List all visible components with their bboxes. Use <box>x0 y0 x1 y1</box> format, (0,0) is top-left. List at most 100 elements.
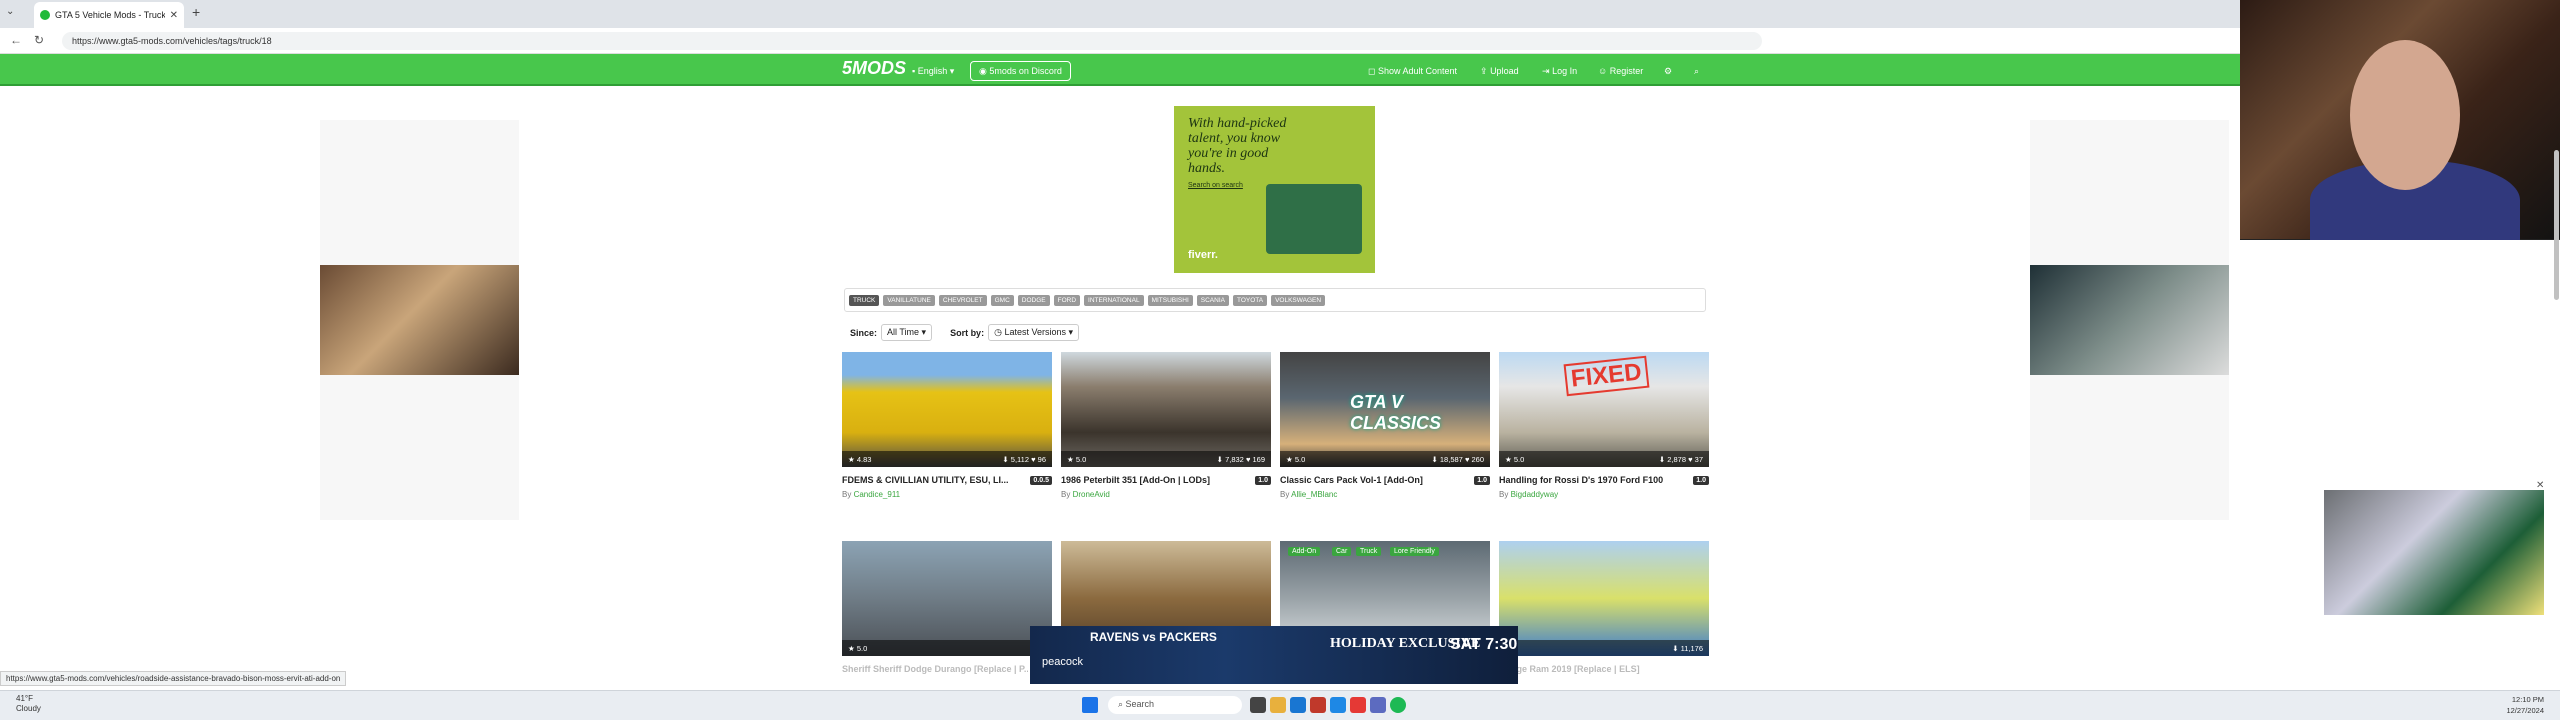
download-icon: ⬇ <box>1672 643 1679 653</box>
star-icon: ★ <box>1505 454 1512 464</box>
settings-icon[interactable]: ⚙ <box>1664 66 1672 77</box>
user-plus-icon: ☺ <box>1598 66 1608 76</box>
upload-button[interactable]: ⇪ Upload <box>1480 66 1519 77</box>
category-chip: Car <box>1332 547 1352 556</box>
mod-author[interactable]: DroneAvid <box>1073 490 1110 499</box>
tag-chip[interactable]: VOLKSWAGEN <box>1271 294 1326 306</box>
mod-title[interactable]: FDEMS & CIVILLIAN UTILITY, ESU, LI... <box>842 475 1009 485</box>
language-select[interactable]: ▪ English ▾ <box>912 66 954 77</box>
tag-chip[interactable]: TOYOTA <box>1232 294 1268 306</box>
site-logo[interactable]: 5MODS <box>842 58 906 79</box>
mod-title[interactable]: Handling for Rossi D's 1970 Ford F100 <box>1499 475 1663 485</box>
chrome-icon[interactable] <box>1350 697 1366 713</box>
mod-version: 1.0 <box>1255 475 1271 485</box>
mod-author[interactable]: Bigdaddyway <box>1511 490 1559 499</box>
language-label: English <box>917 66 948 76</box>
tag-chip[interactable]: INTERNATIONAL <box>1084 294 1144 306</box>
site-favicon-icon <box>40 10 50 20</box>
right-video-ad[interactable] <box>2030 265 2229 375</box>
windows-start-icon[interactable] <box>1082 697 1098 713</box>
left-video-ad[interactable] <box>320 265 519 375</box>
reload-icon[interactable]: ↻ <box>34 33 44 47</box>
mod-title[interactable]: Dodge Ram 2019 [Replace | ELS] <box>1499 664 1640 674</box>
mod-thumbnail[interactable]: FIXED ★ 5.0 ⬇ 2,878 ♥ 37 <box>1499 352 1709 467</box>
mod-author[interactable]: Allie_MBlanc <box>1291 490 1337 499</box>
discord-taskbar-icon[interactable] <box>1370 697 1386 713</box>
mod-title[interactable]: Classic Cars Pack Vol-1 [Add-On] <box>1280 475 1423 485</box>
mod-card[interactable]: ⬇ 11,176 Dodge Ram 2019 [Replace | ELS] <box>1499 541 1709 674</box>
site-header <box>0 54 2240 86</box>
mod-card[interactable]: ★ 4.83 ⬇ 5,112 ♥ 96 FDEMS & CIVILLIAN UT… <box>842 352 1052 499</box>
taskbar-search[interactable]: ⌕ Search <box>1108 696 1242 714</box>
clock-icon: ◷ <box>994 327 1002 337</box>
sort-value: Latest Versions <box>1004 327 1066 337</box>
new-tab-icon[interactable]: + <box>192 4 200 20</box>
tag-chip[interactable]: GMC <box>990 294 1014 306</box>
mod-thumbnail[interactable]: ★ 4.83 ⬇ 5,112 ♥ 96 <box>842 352 1052 467</box>
back-icon[interactable]: ← <box>10 33 22 47</box>
file-explorer-icon[interactable] <box>1270 697 1286 713</box>
mod-card[interactable]: ★ 5.0 ⬇ 7,832 ♥ 169 1986 Peterbilt 351 [… <box>1061 352 1271 499</box>
mod-author-line: By Bigdaddyway <box>1499 490 1559 499</box>
tag-chip[interactable]: VANILLATUNE <box>883 294 935 306</box>
mod-title[interactable]: 1986 Peterbilt 351 [Add-On | LODs] <box>1061 475 1210 485</box>
register-label: Register <box>1609 66 1644 76</box>
peacock-ad[interactable]: RAVENS vs PACKERS peacock HOLIDAY EXCLUS… <box>1030 626 1518 684</box>
since-select[interactable]: All Time ▾ <box>881 324 933 341</box>
mod-likes: 169 <box>1252 454 1265 464</box>
mod-stats: ⬇ 11,176 <box>1499 640 1709 656</box>
mod-card[interactable]: GTA V CLASSICS ★ 5.0 ⬇ 18,587 ♥ 260 Clas… <box>1280 352 1490 499</box>
edge-icon[interactable] <box>1290 697 1306 713</box>
system-clock[interactable]: 12:10 PM 12/27/2024 <box>2464 694 2544 716</box>
mod-author[interactable]: Candice_911 <box>854 490 901 499</box>
mod-downloads: 2,878 <box>1667 454 1687 464</box>
mod-likes: 37 <box>1694 454 1703 464</box>
spotify-icon[interactable] <box>1390 697 1406 713</box>
upload-label: Upload <box>1490 66 1519 76</box>
mod-thumbnail[interactable]: GTA V CLASSICS ★ 5.0 ⬇ 18,587 ♥ 260 <box>1280 352 1490 467</box>
ad-brand: fiverr. <box>1188 249 1218 261</box>
mod-thumbnail[interactable]: ★ 5.0 ⬇ 7,832 ♥ 169 <box>1061 352 1271 467</box>
sort-filter[interactable]: Sort by: ◷ Latest Versions ▾ <box>950 324 1080 341</box>
tag-chip[interactable]: CHEVROLET <box>938 294 987 306</box>
mod-thumbnail[interactable]: ⬇ 11,176 <box>1499 541 1709 656</box>
star-icon: ★ <box>1067 454 1074 464</box>
close-tab-icon[interactable]: ✕ <box>170 10 178 21</box>
upload-icon: ⇪ <box>1480 66 1488 76</box>
task-view-icon[interactable] <box>1250 697 1266 713</box>
close-pip-icon[interactable]: ✕ <box>2536 480 2544 491</box>
weather-widget[interactable]: 41°F Cloudy <box>16 694 41 714</box>
search-icon[interactable]: ⌕ <box>1694 66 1699 77</box>
mod-thumbnail[interactable]: ★ 5.0 <box>842 541 1052 656</box>
page-scrollbar[interactable] <box>2554 150 2559 300</box>
status-url: https://www.gta5-mods.com/vehicles/roads… <box>0 671 347 686</box>
store-icon[interactable] <box>1330 697 1346 713</box>
mod-rating: 5.0 <box>856 643 868 653</box>
register-button[interactable]: ☺ Register <box>1598 66 1643 76</box>
tag-chip[interactable]: TRUCK <box>849 294 880 306</box>
tag-chip[interactable]: SCANIA <box>1196 294 1229 306</box>
mod-card[interactable]: FIXED ★ 5.0 ⬇ 2,878 ♥ 37 Handling for Ro… <box>1499 352 1709 499</box>
show-adult-toggle[interactable]: ◻ Show Adult Content <box>1368 66 1457 77</box>
browser-tab[interactable]: GTA 5 Vehicle Mods - Truck - GTA ✕ <box>34 2 184 28</box>
app-icon[interactable] <box>1310 697 1326 713</box>
mod-card[interactable]: ★ 5.0 Sheriff Sheriff Dodge Durango [Rep… <box>842 541 1052 674</box>
picture-in-picture-video[interactable] <box>2324 490 2544 615</box>
webcam-overlay <box>2240 0 2560 240</box>
like-icon: ♥ <box>1245 454 1251 464</box>
since-filter[interactable]: Since: All Time ▾ <box>850 324 933 341</box>
weather-desc: Cloudy <box>16 704 41 713</box>
tag-chip[interactable]: MITSUBISHI <box>1147 294 1193 306</box>
tag-chip[interactable]: DODGE <box>1017 294 1050 306</box>
discord-button[interactable]: ◉ 5mods on Discord <box>970 61 1071 81</box>
sort-select[interactable]: ◷ Latest Versions ▾ <box>988 324 1080 341</box>
discord-label: 5mods on Discord <box>989 66 1062 76</box>
tag-chip[interactable]: FORD <box>1053 294 1081 306</box>
mod-title[interactable]: Sheriff Sheriff Dodge Durango [Replace |… <box>842 664 1028 674</box>
login-button[interactable]: ⇥ Log In <box>1542 66 1577 77</box>
url-field[interactable]: https://www.gta5-mods.com/vehicles/tags/… <box>62 32 1762 50</box>
fiverr-ad[interactable]: With hand-picked talent, you know you're… <box>1174 106 1375 273</box>
mod-stats: ★ 4.83 ⬇ 5,112 ♥ 96 <box>842 451 1052 467</box>
tab-menu-icon[interactable]: ⌄ <box>6 6 14 17</box>
login-label: Log In <box>1552 66 1578 76</box>
